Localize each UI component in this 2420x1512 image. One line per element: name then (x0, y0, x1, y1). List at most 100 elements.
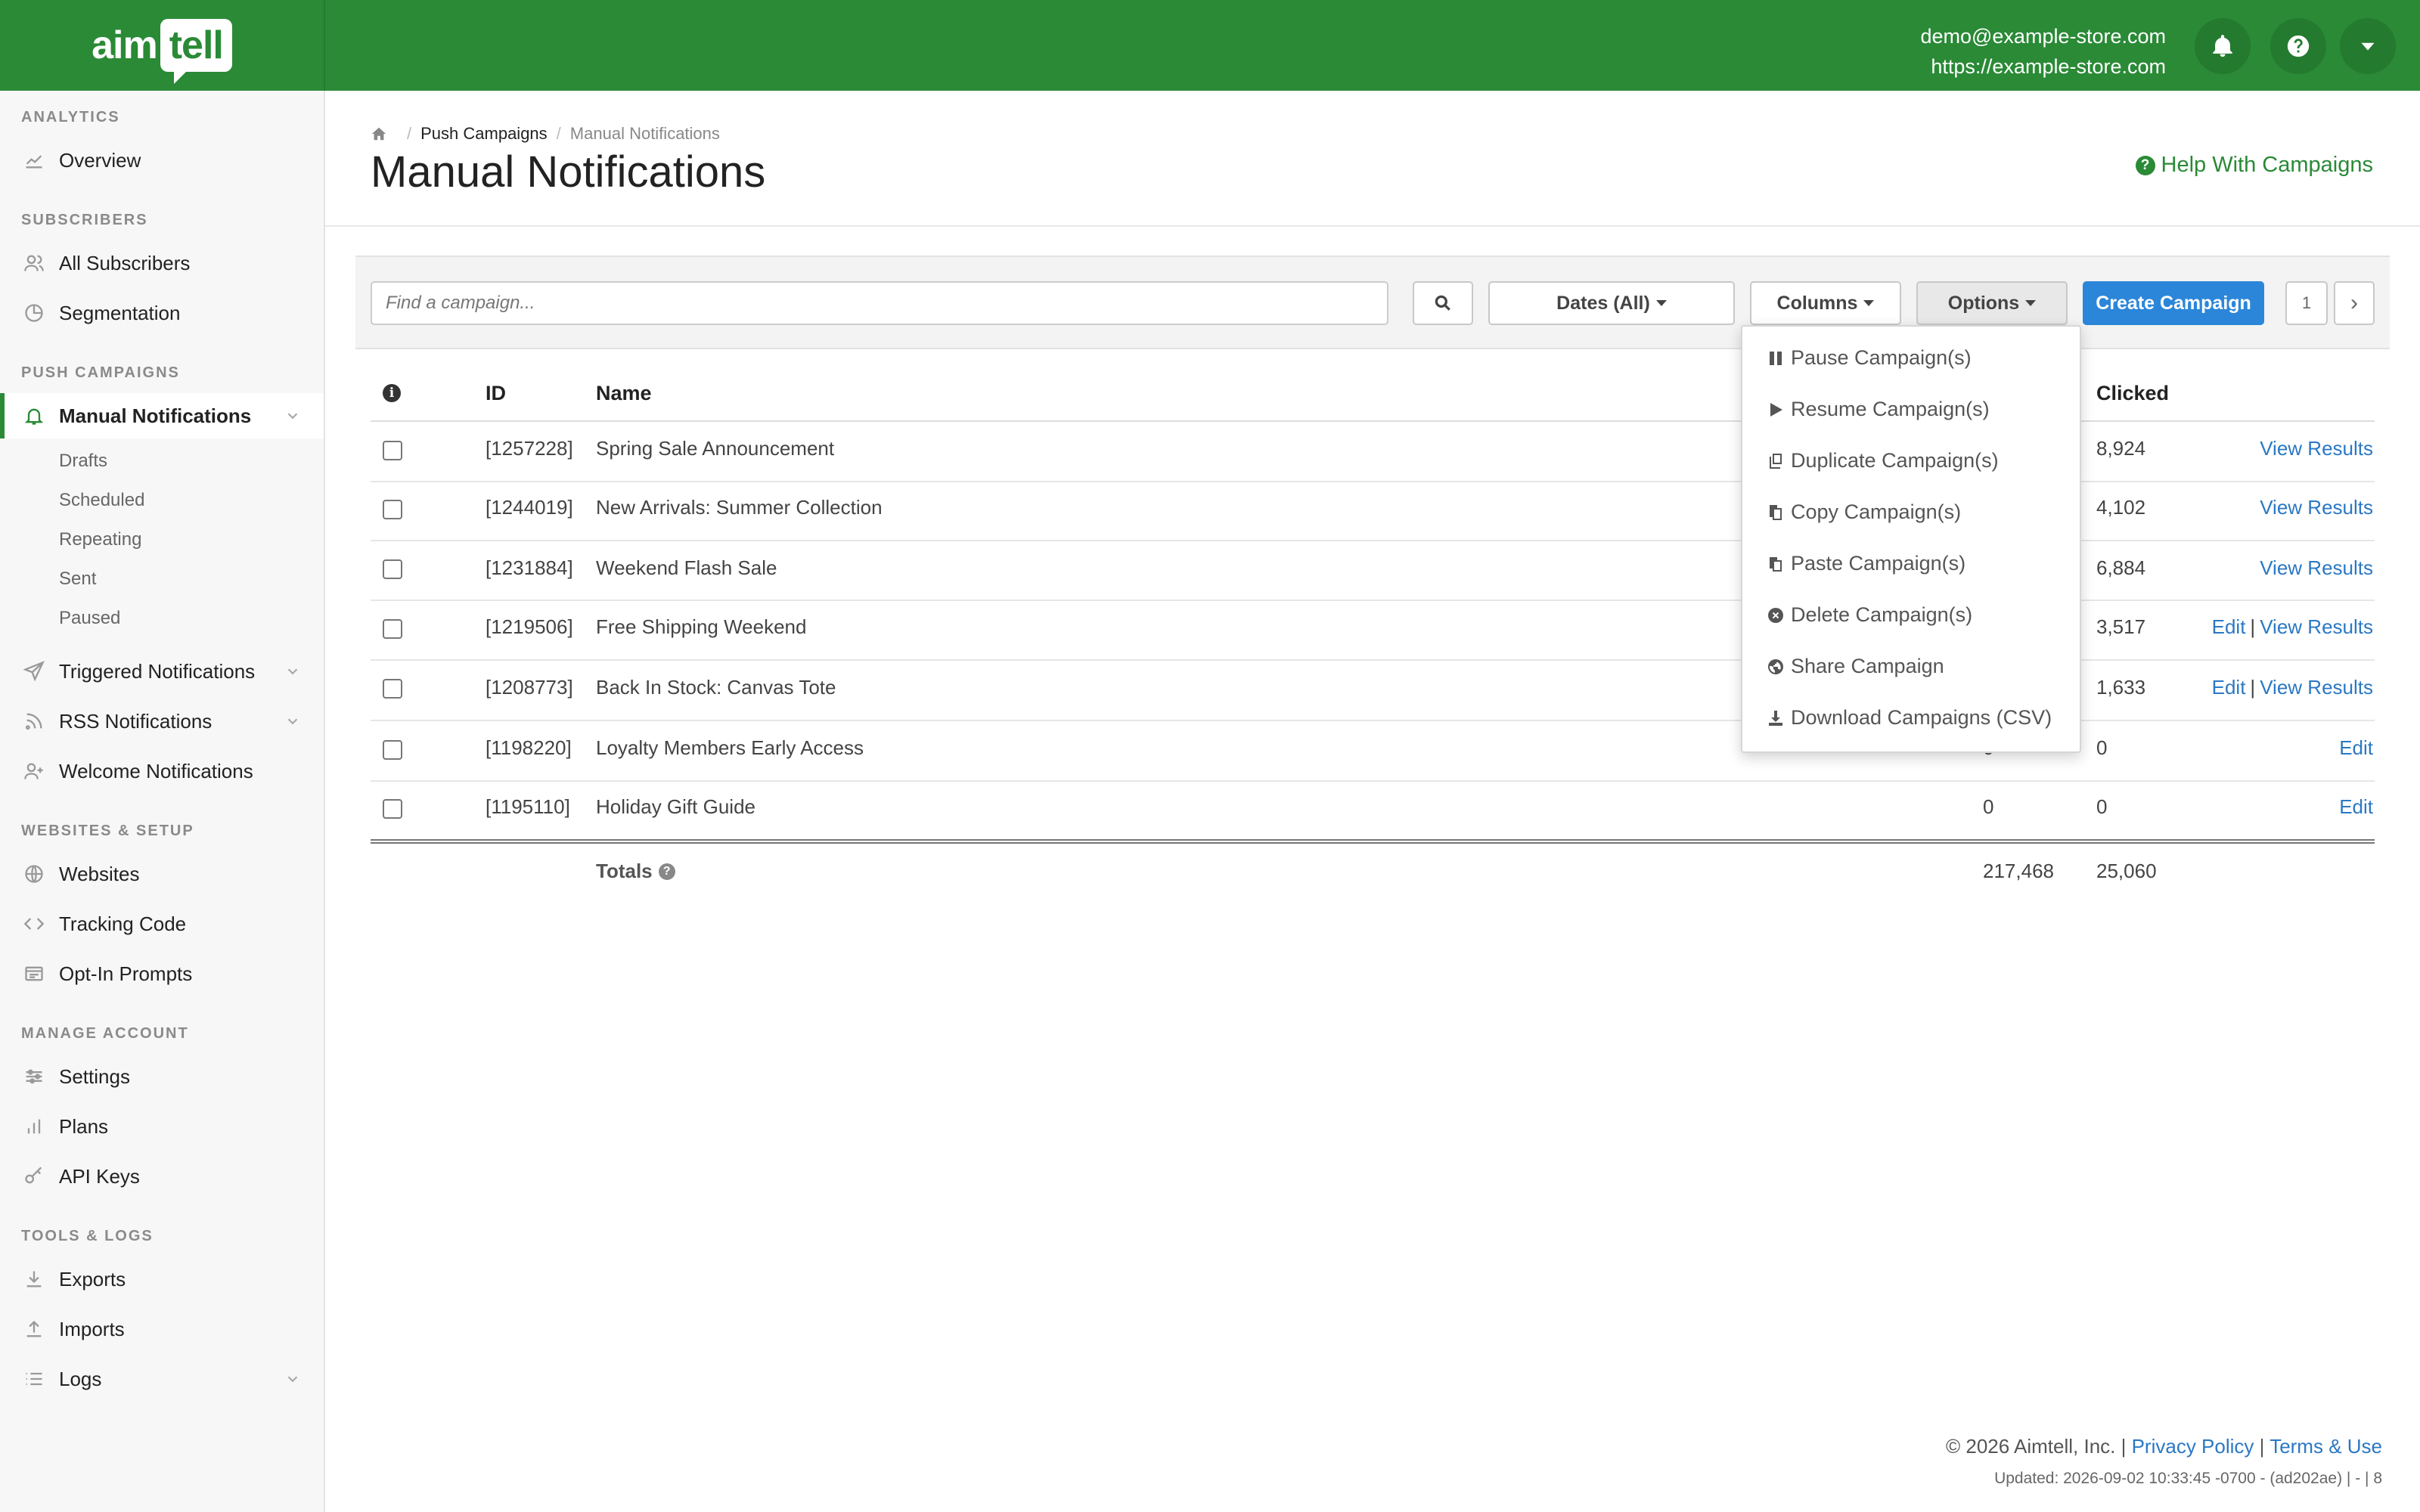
page-number-button[interactable]: 1 (2285, 281, 2328, 325)
download-icon (1765, 708, 1786, 729)
dates-filter-button[interactable]: Dates (All) (1488, 281, 1735, 325)
sidebar-item-label: All Subscribers (59, 251, 191, 274)
edit-link[interactable]: Edit (2339, 736, 2373, 759)
sidebar-item-overview[interactable]: Overview (0, 138, 324, 183)
footer-copyright: © 2026 Aimtell, Inc. | (1946, 1435, 2127, 1458)
sidebar-subitem-sent[interactable]: Sent (59, 569, 96, 590)
terms-of-use-link[interactable]: Terms & Use (2270, 1435, 2382, 1458)
list-icon (21, 1366, 47, 1392)
question-circle-icon[interactable]: ? (658, 863, 675, 880)
delete-icon (1765, 605, 1786, 626)
row-checkbox[interactable] (383, 619, 402, 639)
view-results-link[interactable]: View Results (2260, 615, 2373, 638)
sidebar-item-label: Tracking Code (59, 912, 187, 935)
row-checkbox[interactable] (383, 441, 402, 460)
breadcrumb-push-campaigns[interactable]: Push Campaigns (420, 124, 548, 144)
column-header-clicked[interactable]: Clicked (2096, 382, 2169, 405)
chevron-down-icon[interactable] (284, 1371, 301, 1387)
view-results-link[interactable]: View Results (2260, 437, 2373, 460)
row-checkbox[interactable] (383, 679, 402, 699)
sidebar-item-plans[interactable]: Plans (0, 1104, 324, 1149)
sidebar-item-label: Opt-In Prompts (59, 962, 193, 985)
sidebar-item-manual-notifications[interactable]: Manual Notifications (0, 393, 324, 438)
sidebar-subitem-scheduled[interactable]: Scheduled (59, 490, 144, 511)
sidebar-item-label: Settings (59, 1064, 130, 1088)
menu-item-pause-campaigns[interactable]: Pause Campaign(s) (1765, 346, 1972, 370)
sidebar-item-exports[interactable]: Exports (0, 1256, 324, 1302)
sidebar-item-websites[interactable]: Websites (0, 851, 324, 897)
help-with-campaigns-link[interactable]: ? Help With Campaigns (2135, 153, 2373, 178)
campaign-name[interactable]: Weekend Flash Sale (596, 556, 777, 580)
create-campaign-button[interactable]: Create Campaign (2083, 281, 2264, 325)
row-checkbox[interactable] (383, 799, 402, 819)
edit-link[interactable]: Edit (2212, 676, 2246, 699)
campaign-name[interactable]: New Arrivals: Summer Collection (596, 496, 883, 519)
column-header-id[interactable]: ID (486, 382, 506, 405)
code-icon (21, 911, 47, 937)
menu-item-copy-campaigns[interactable]: Copy Campaign(s) (1765, 500, 1961, 524)
sidebar: ANALYTICS Overview SUBSCRIBERS All Subsc… (0, 91, 325, 1512)
chevron-down-icon[interactable] (284, 663, 301, 680)
sidebar-item-welcome-notifications[interactable]: Welcome Notifications (0, 748, 324, 794)
title-divider (325, 225, 2420, 227)
account-menu-button[interactable] (2340, 18, 2396, 74)
caret-down-icon (1863, 300, 1875, 306)
view-results-link[interactable]: View Results (2260, 556, 2373, 579)
menu-item-delete-campaigns[interactable]: Delete Campaign(s) (1765, 603, 1972, 627)
sidebar-item-imports[interactable]: Imports (0, 1306, 324, 1352)
view-results-link[interactable]: View Results (2260, 676, 2373, 699)
campaign-name[interactable]: Spring Sale Announcement (596, 437, 834, 460)
sidebar-item-all-subscribers[interactable]: All Subscribers (0, 240, 324, 286)
sidebar-item-triggered-notifications[interactable]: Triggered Notifications (0, 649, 324, 694)
sidebar-subitem-drafts[interactable]: Drafts (59, 451, 107, 472)
home-icon[interactable] (371, 125, 387, 142)
campaign-name[interactable]: Free Shipping Weekend (596, 615, 806, 639)
sidebar-item-optin-prompts[interactable]: Opt-In Prompts (0, 951, 324, 996)
logo-area[interactable]: aim tell (0, 0, 325, 91)
next-page-button[interactable]: › (2334, 281, 2375, 325)
sidebar-item-segmentation[interactable]: Segmentation (0, 290, 324, 336)
sidebar-section-manage-account: MANAGE ACCOUNT (21, 1025, 189, 1042)
columns-button[interactable]: Columns (1750, 281, 1901, 325)
edit-link[interactable]: Edit (2212, 615, 2246, 638)
search-button[interactable] (1413, 281, 1473, 325)
menu-item-paste-campaigns[interactable]: Paste Campaign(s) (1765, 552, 1965, 575)
caret-down-icon (1655, 300, 1667, 306)
chevron-down-icon[interactable] (284, 713, 301, 730)
aimtell-logo[interactable]: aim tell (92, 19, 232, 84)
sidebar-subitem-paused[interactable]: Paused (59, 608, 120, 629)
menu-item-resume-campaigns[interactable]: Resume Campaign(s) (1765, 398, 1990, 421)
totals-divider (371, 839, 2375, 844)
options-button[interactable]: Options (1916, 281, 2068, 325)
globe-icon (1765, 656, 1786, 677)
sidebar-subitem-repeating[interactable]: Repeating (59, 529, 141, 550)
breadcrumb-separator: / (407, 124, 412, 143)
notifications-button[interactable] (2195, 18, 2251, 74)
sidebar-item-tracking-code[interactable]: Tracking Code (0, 901, 324, 947)
view-results-link[interactable]: View Results (2260, 496, 2373, 519)
sidebar-section-tools-logs: TOOLS & LOGS (21, 1228, 154, 1244)
privacy-policy-link[interactable]: Privacy Policy (2132, 1435, 2254, 1458)
row-checkbox[interactable] (383, 559, 402, 579)
row-actions: Edit (2339, 795, 2373, 819)
edit-link[interactable]: Edit (2339, 795, 2373, 818)
campaign-name[interactable]: Back In Stock: Canvas Tote (596, 676, 836, 699)
sidebar-item-api-keys[interactable]: API Keys (0, 1154, 324, 1199)
row-checkbox[interactable] (383, 500, 402, 519)
row-checkbox[interactable] (383, 740, 402, 760)
menu-item-duplicate-campaigns[interactable]: Duplicate Campaign(s) (1765, 449, 1999, 472)
info-icon[interactable]: i (383, 384, 401, 402)
sidebar-item-logs[interactable]: Logs (0, 1356, 324, 1402)
menu-item-label: Pause Campaign(s) (1791, 346, 1972, 369)
campaign-search-input[interactable] (371, 281, 1388, 325)
column-header-name[interactable]: Name (596, 382, 652, 405)
sidebar-item-settings[interactable]: Settings (0, 1054, 324, 1099)
campaign-name[interactable]: Holiday Gift Guide (596, 795, 755, 819)
sidebar-item-rss-notifications[interactable]: RSS Notifications (0, 699, 324, 744)
help-button[interactable] (2270, 18, 2326, 74)
bell-icon (21, 403, 47, 429)
campaign-name[interactable]: Loyalty Members Early Access (596, 736, 864, 760)
menu-item-share-campaign[interactable]: Share Campaign (1765, 655, 1944, 678)
menu-item-download-campaigns-csv[interactable]: Download Campaigns (CSV) (1765, 706, 2052, 730)
chevron-down-icon[interactable] (284, 407, 301, 424)
